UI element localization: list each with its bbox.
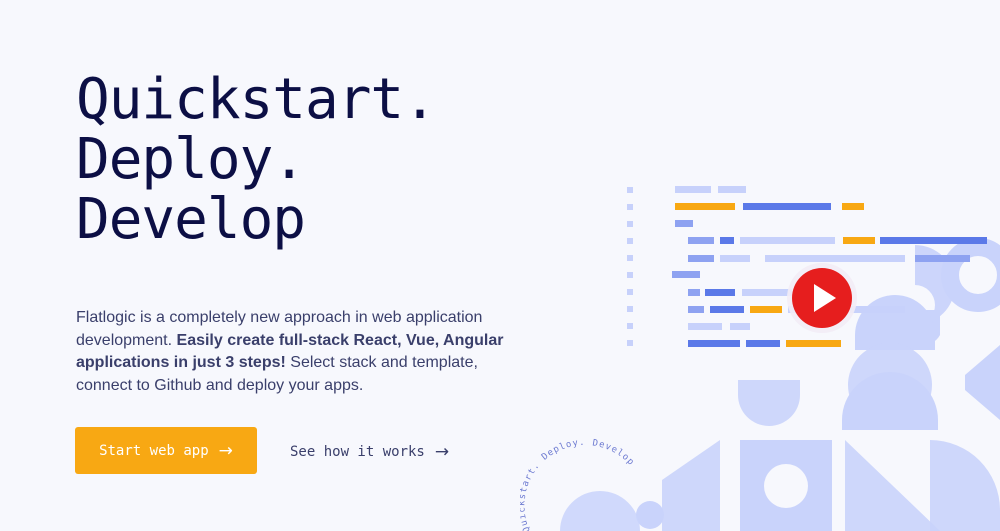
start-web-app-button[interactable]: Start web app →: [75, 427, 257, 474]
geometric-shapes: [560, 238, 1000, 531]
hero-title-line-2: Deploy.: [76, 127, 306, 192]
arrow-right-icon: →: [218, 440, 233, 461]
arrow-right-icon: →: [434, 442, 450, 462]
hero-title: Quickstart. Deploy. Develop: [76, 67, 437, 252]
see-how-it-works-link[interactable]: See how it works →: [290, 440, 449, 464]
hero-illustration: Quickstart. Deploy. Develop: [520, 186, 1000, 531]
see-how-it-works-label: See how it works: [290, 444, 425, 460]
hero-title-line-3: Develop: [76, 187, 306, 252]
play-video-button[interactable]: [787, 263, 857, 333]
code-gutter: [627, 187, 633, 346]
start-web-app-label: Start web app: [99, 442, 209, 459]
hero-description: Flatlogic is a completely new approach i…: [76, 307, 516, 397]
hero-title-line-1: Quickstart.: [76, 67, 437, 132]
